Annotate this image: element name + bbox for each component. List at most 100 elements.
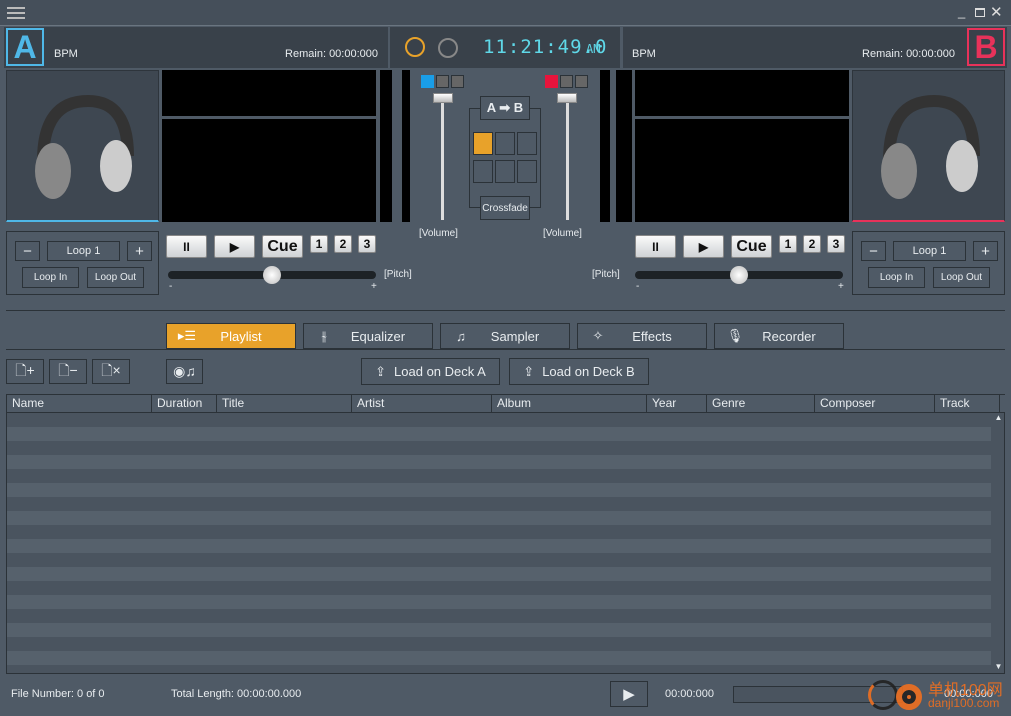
deck-b-pitch-knob[interactable] (730, 266, 748, 284)
clock-icon[interactable] (405, 37, 425, 57)
crossfade-curve-5[interactable] (495, 160, 515, 183)
column-header-composer[interactable]: Composer (815, 395, 935, 412)
deck-a-spectrum-icon[interactable] (421, 75, 434, 88)
clock-panel: 11:21:49.0 AM (390, 27, 620, 68)
deck-b-hotcue-3[interactable]: 3 (827, 235, 845, 253)
deck-a-pitch-minus: - (169, 281, 173, 292)
add-file-button[interactable]: 🗋+ (6, 359, 44, 384)
column-header-genre[interactable]: Genre (707, 395, 815, 412)
total-length: Total Length: 00:00:00.000 (171, 688, 302, 700)
deck-b-spectrum-icon[interactable] (545, 75, 558, 88)
deck-b-volume-handle[interactable] (557, 93, 577, 103)
crossfade-curve-4[interactable] (473, 160, 493, 183)
deck-b-loop-selector[interactable]: Loop 1 (893, 241, 966, 261)
deck-a-sync-icon[interactable] (451, 75, 464, 88)
load-deck-b-button[interactable]: ⇪ Load on Deck B (509, 358, 649, 385)
preview-play-button[interactable]: ▶ (610, 681, 648, 707)
maximize-button[interactable] (975, 8, 985, 17)
deck-a-pitch-slider[interactable] (168, 266, 376, 284)
deck-a-pitch-knob[interactable] (263, 266, 281, 284)
deck-a-loop-in[interactable]: Loop In (22, 267, 79, 288)
deck-b-hotcue-1[interactable]: 1 (779, 235, 797, 253)
deck-a-header: A BPM Remain: 00:00:000 (4, 27, 388, 68)
remove-file-button[interactable]: 🗋− (49, 359, 87, 384)
deck-b-hotcue-2[interactable]: 2 (803, 235, 821, 253)
deck-a-hotcue-1[interactable]: 1 (310, 235, 328, 253)
hamburger-icon[interactable] (7, 7, 25, 19)
column-header-title[interactable]: Title (217, 395, 352, 412)
table-row (7, 623, 991, 637)
column-header-name[interactable]: Name (7, 395, 152, 412)
deck-b-loop-out[interactable]: Loop Out (933, 267, 990, 288)
deck-a-hotcue-3[interactable]: 3 (358, 235, 376, 253)
tab-equalizer[interactable]: ⫳ Equalizer (303, 323, 433, 349)
deck-b-loop-panel: − Loop 1 + Loop In Loop Out (852, 231, 1005, 295)
crossfade-curve-3[interactable] (517, 132, 537, 155)
scroll-down-icon[interactable]: ▼ (992, 662, 1005, 671)
headphones-icon (880, 94, 980, 199)
scrollbar[interactable]: ▲ ▼ (992, 413, 1005, 673)
deck-a-waveform (162, 119, 376, 222)
playlist-table: Name Duration Title Artist Album Year Genre Com… (6, 394, 1005, 674)
tab-playlist[interactable]: ▸☰ Playlist (166, 323, 296, 349)
deck-b-play-button[interactable]: ▶ (683, 235, 724, 258)
deck-a-hotcue-2[interactable]: 2 (334, 235, 352, 253)
deck-a-volume-track[interactable] (441, 102, 444, 220)
table-row (7, 511, 991, 525)
deck-b-loop-minus[interactable]: − (861, 241, 886, 261)
deck-a-loop-out[interactable]: Loop Out (87, 267, 144, 288)
deck-b-cue-button[interactable]: Cue (731, 235, 772, 258)
deck-b-volume-track[interactable] (566, 102, 569, 220)
upload-icon: ⇪ (375, 363, 387, 379)
deck-b-meter (600, 70, 632, 222)
deck-a-loop-plus[interactable]: + (127, 241, 152, 261)
table-row (7, 539, 991, 553)
file-remove-icon: 🗋− (58, 361, 78, 378)
column-header-artist[interactable]: Artist (352, 395, 492, 412)
tab-recorder[interactable]: 🎙 Recorder (714, 323, 844, 349)
deck-a-volume-handle[interactable] (433, 93, 453, 103)
deck-b-sync-icon[interactable] (575, 75, 588, 88)
load-deck-a-button[interactable]: ⇪ Load on Deck A (361, 358, 500, 385)
crossfade-curve-6[interactable] (517, 160, 537, 183)
minimize-button[interactable]: _ (958, 4, 965, 19)
tabs-divider (6, 349, 1005, 350)
deck-b-pause-button[interactable]: II (635, 235, 676, 258)
table-row (7, 567, 991, 581)
headphones-icon (34, 94, 134, 199)
deck-a-loop-selector[interactable]: Loop 1 (47, 241, 120, 261)
scroll-up-icon[interactable]: ▲ (992, 413, 1005, 422)
column-header-duration[interactable]: Duration (152, 395, 217, 412)
deck-a-wave-icon[interactable] (436, 75, 449, 88)
table-row (7, 441, 991, 455)
close-button[interactable]: ✕ (990, 3, 1003, 21)
tab-sampler[interactable]: ♫ Sampler (440, 323, 570, 349)
column-header-track[interactable]: Track (935, 395, 1000, 412)
deck-b-bpm: BPM (632, 48, 656, 60)
cd-rip-button[interactable]: ◉♫ (166, 359, 203, 384)
deck-a-pause-button[interactable]: II (166, 235, 207, 258)
crossfade-curve-1[interactable] (473, 132, 493, 155)
stopwatch-icon[interactable] (438, 38, 458, 58)
column-header-album[interactable]: Album (492, 395, 647, 412)
column-header-year[interactable]: Year (647, 395, 707, 412)
crossfade-curve-2[interactable] (495, 132, 515, 155)
deck-a-cue-button[interactable]: Cue (262, 235, 303, 258)
deck-b-waveform (635, 119, 849, 222)
a-to-b-button[interactable]: A ➡ B (480, 96, 530, 120)
deck-b-wave-icon[interactable] (560, 75, 573, 88)
deck-a-cover (6, 70, 159, 222)
play-icon: ▶ (623, 686, 635, 703)
crossfade-button[interactable]: Crossfade (480, 196, 530, 220)
deck-a-waveform-top (162, 70, 376, 116)
deck-b-pitch-slider[interactable] (635, 266, 843, 284)
watermark-logo: 单机100网 danji100.com (866, 676, 1006, 714)
deck-a-loop-minus[interactable]: − (15, 241, 40, 261)
deck-b-loop-in[interactable]: Loop In (868, 267, 925, 288)
table-row (7, 525, 991, 539)
deck-a-volume-label: [Volume] (419, 228, 458, 239)
clear-files-button[interactable]: 🗋× (92, 359, 130, 384)
tab-effects[interactable]: ✧ Effects (577, 323, 707, 349)
deck-b-loop-plus[interactable]: + (973, 241, 998, 261)
deck-a-play-button[interactable]: ▶ (214, 235, 255, 258)
